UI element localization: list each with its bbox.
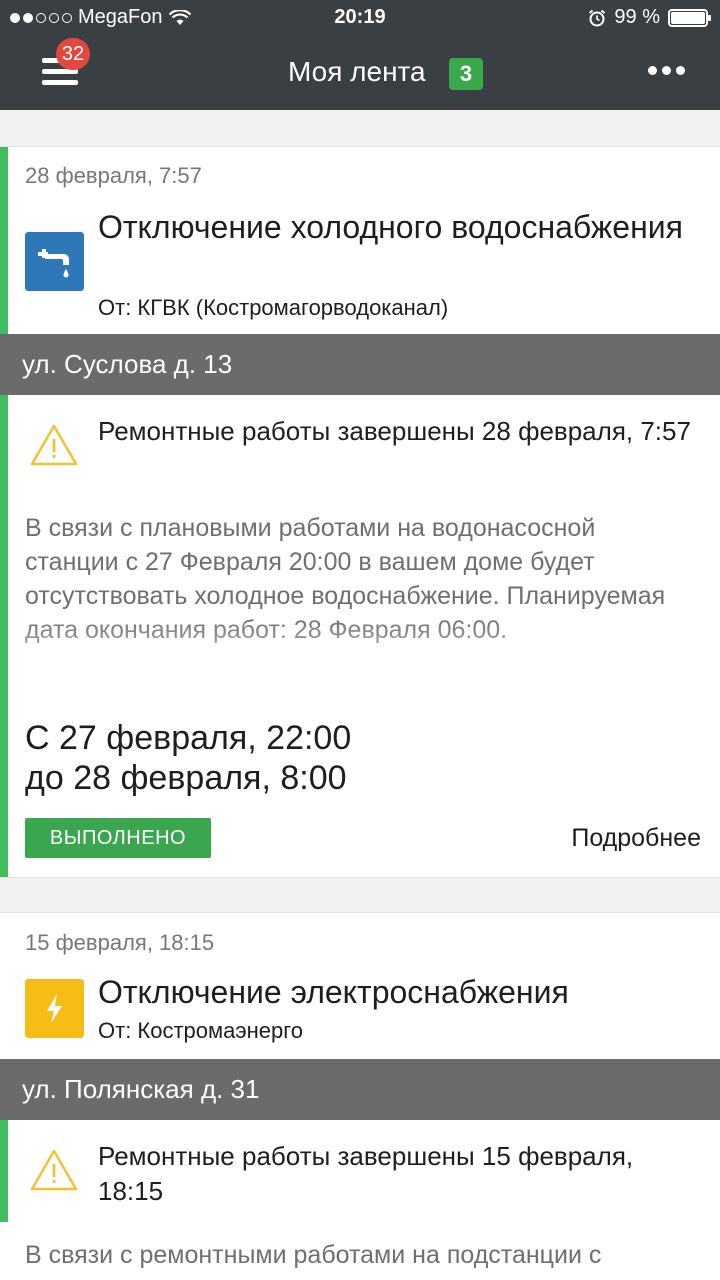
description-block: В связи с ремонтными работами на подстан… bbox=[0, 1222, 720, 1280]
description-text: В связи с ремонтными работами на подстан… bbox=[25, 1241, 602, 1269]
status-badge: ВЫПОЛНЕНО bbox=[25, 818, 211, 858]
status-text: Ремонтные работы завершены 15 февраля, 1… bbox=[98, 1141, 634, 1206]
more-options-button[interactable] bbox=[648, 66, 685, 75]
event-date: 15 февраля, 18:15 bbox=[25, 930, 215, 955]
alarm-icon bbox=[589, 9, 606, 26]
notification-badge: 32 bbox=[56, 38, 90, 70]
status-text: Ремонтные работы завершены 28 февраля, 7… bbox=[98, 416, 691, 446]
status-bar: MegaFon 20:19 99 % bbox=[0, 0, 720, 36]
feed-card[interactable]: 28 февраля, 7:57 Отключение холодного во… bbox=[0, 146, 720, 336]
description-block: В связи с плановыми работами на водонасо… bbox=[0, 497, 720, 698]
page-title: Моя лента bbox=[288, 56, 426, 87]
period-start: С 27 февраля, 22:00 bbox=[25, 719, 352, 757]
battery-icon bbox=[668, 8, 711, 27]
period-block: С 27 февраля, 22:00 до 28 февраля, 8:00 … bbox=[0, 697, 720, 878]
event-source: От: КГВК (Костромагорводоканал) bbox=[98, 295, 449, 320]
status-row: Ремонтные работы завершены 15 февраля, 1… bbox=[0, 1120, 720, 1223]
period-end: до 28 февраля, 8:00 bbox=[25, 759, 347, 797]
warning-icon bbox=[30, 1149, 78, 1191]
top-bar: MegaFon 20:19 99 % 32 Моя лента 3 bbox=[0, 0, 720, 110]
more-dots-icon bbox=[648, 66, 657, 75]
water-tap-icon bbox=[25, 232, 84, 291]
address-bar: ул. Полянская д. 31 bbox=[0, 1059, 720, 1120]
address-bar: ул. Суслова д. 13 bbox=[0, 334, 720, 395]
event-title: Отключение холодного водоснабжения bbox=[98, 209, 683, 245]
event-source: От: Костромаэнерго bbox=[98, 1018, 303, 1043]
warning-icon bbox=[30, 424, 78, 466]
lightning-icon bbox=[25, 979, 84, 1038]
details-link[interactable]: Подробнее bbox=[571, 824, 701, 853]
event-date: 28 февраля, 7:57 bbox=[25, 163, 202, 188]
event-title: Отключение электроснабжения bbox=[98, 974, 569, 1010]
status-row: Ремонтные работы завершены 28 февраля, 7… bbox=[0, 395, 720, 498]
feed-count-badge: 3 bbox=[449, 58, 483, 90]
feed-card[interactable]: 15 февраля, 18:15 Отключение электроснаб… bbox=[0, 912, 720, 1061]
battery-percent: 99 % bbox=[614, 6, 660, 28]
